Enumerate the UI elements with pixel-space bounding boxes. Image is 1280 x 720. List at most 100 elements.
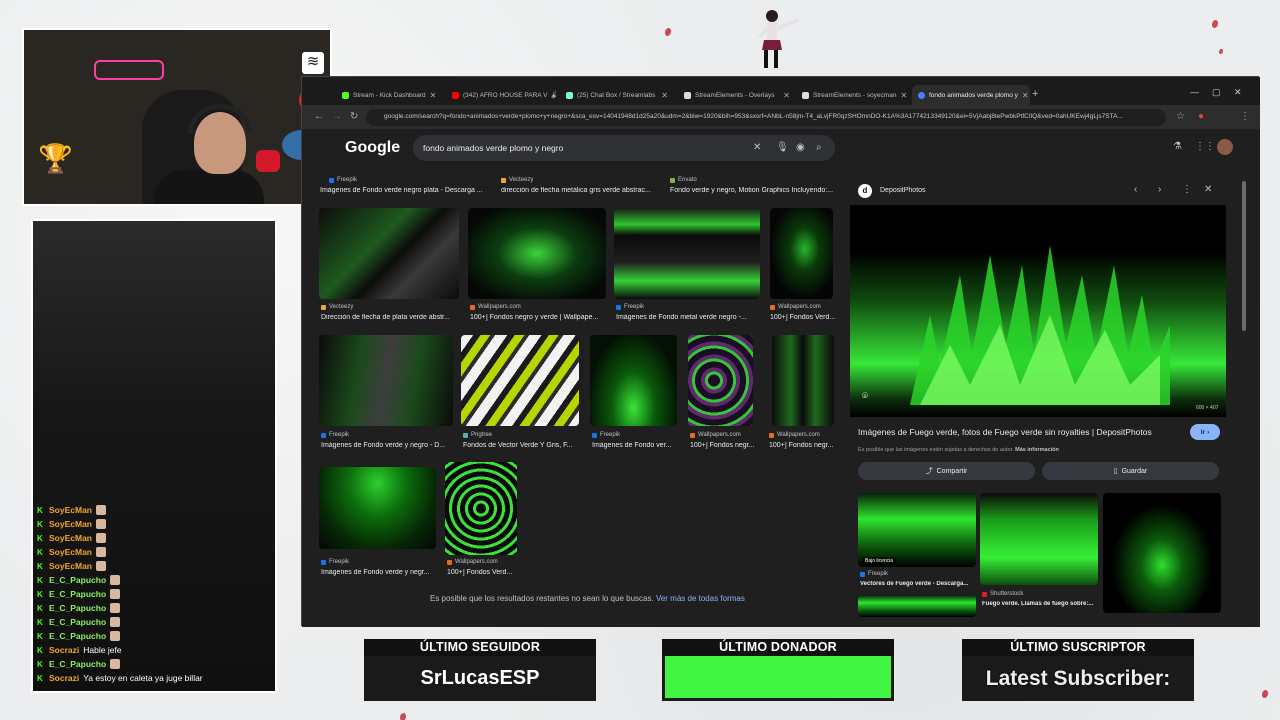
- result-title[interactable]: dirección de flecha metálica gris verde …: [501, 187, 659, 194]
- related-title[interactable]: Vectores de Fuego verde - Descarga...: [860, 581, 974, 587]
- see-more-link[interactable]: Ver más de todas formas: [656, 594, 745, 603]
- share-button[interactable]: ⤴ Compartir: [858, 462, 1035, 480]
- result-title[interactable]: Imágenes de Fondo verde y negr...: [321, 569, 437, 576]
- more-icon[interactable]: ⋮: [1182, 184, 1192, 195]
- scrollbar[interactable]: [1242, 181, 1246, 331]
- save-button[interactable]: ▯ Guardar: [1042, 462, 1219, 480]
- related-title[interactable]: Fuego verde. Llamas de fuego sobre:...: [982, 601, 1098, 607]
- close-icon[interactable]: ✕: [1022, 91, 1029, 100]
- maximize-button[interactable]: ▢: [1212, 87, 1221, 98]
- google-logo[interactable]: Google: [345, 139, 400, 157]
- result-title[interactable]: 100+] Fondos Verd...: [770, 314, 836, 321]
- related-image[interactable]: [980, 493, 1098, 585]
- prev-icon[interactable]: ‹: [1134, 184, 1137, 195]
- result-title[interactable]: 100+] Fondos negr...: [769, 442, 835, 449]
- result-title[interactable]: Imágenes de Fondo verde y negro - D...: [321, 442, 453, 449]
- tab-streamelements-overlays[interactable]: StreamElements - Overlays ✕: [678, 85, 796, 105]
- forward-icon[interactable]: →: [332, 111, 342, 122]
- streamer-body: [154, 170, 264, 204]
- next-icon[interactable]: ›: [1158, 184, 1161, 195]
- last-follower-widget: ÚLTIMO SEGUIDOR SrLucasESP: [364, 639, 596, 701]
- tab-google-search[interactable]: fondo animados verde plomo y ✕: [912, 85, 1030, 105]
- chat-username[interactable]: E_C_Papucho: [49, 575, 106, 585]
- tab-kick-dashboard[interactable]: Stream - Kick Dashboard ✕: [336, 85, 442, 105]
- result-title[interactable]: 100+] Fondos negro y verde | Wallpape...: [470, 314, 606, 321]
- close-icon[interactable]: ✕: [661, 91, 668, 100]
- result-title[interactable]: 100+] Fondos negr...: [690, 442, 756, 449]
- image-result[interactable]: [445, 462, 517, 555]
- close-icon[interactable]: ✕: [900, 91, 907, 100]
- chat-username[interactable]: E_C_Papucho: [49, 659, 106, 669]
- more-icon[interactable]: ⋮: [1240, 111, 1250, 122]
- mic-icon[interactable]: 🎙: [776, 142, 789, 153]
- apps-grid-icon[interactable]: ⋮⋮: [1195, 141, 1215, 152]
- tab-streamelements-soyecman[interactable]: StreamElements - soyecman ✕: [796, 85, 912, 105]
- chat-username[interactable]: SoyEcMan: [49, 547, 92, 557]
- search-icon[interactable]: ⌕: [816, 142, 822, 153]
- chat-username[interactable]: E_C_Papucho: [49, 631, 106, 641]
- labs-icon[interactable]: ⚗: [1173, 141, 1182, 152]
- related-image[interactable]: [858, 595, 976, 617]
- chat-username[interactable]: Socrazi: [49, 673, 79, 683]
- image-result[interactable]: [770, 208, 833, 299]
- tab-youtube[interactable]: (342) AFRO HOUSE PARA V🔊✕: [446, 85, 556, 105]
- chat-username[interactable]: E_C_Papucho: [49, 603, 106, 613]
- avatar[interactable]: [1217, 139, 1233, 155]
- close-icon[interactable]: ✕: [753, 142, 761, 153]
- close-icon[interactable]: ✕: [783, 91, 790, 100]
- tab-label: (342) AFRO HOUSE PARA V: [463, 91, 548, 99]
- chat-username[interactable]: E_C_Papucho: [49, 617, 106, 627]
- result-title[interactable]: Imágenes de Fondo ver...: [592, 442, 678, 449]
- image-result[interactable]: [590, 335, 677, 426]
- close-window-button[interactable]: ✕: [1234, 87, 1242, 98]
- lens-icon[interactable]: ◉: [796, 142, 805, 153]
- visit-button[interactable]: Ir ›: [1190, 424, 1220, 440]
- chat-username[interactable]: SoyEcMan: [49, 519, 92, 529]
- streamelements-icon: [684, 91, 691, 99]
- minimize-button[interactable]: —: [1190, 87, 1199, 97]
- search-input[interactable]: fondo animados verde plomo y negro: [413, 135, 835, 161]
- chat-message: K Socrazi Hable jefe: [37, 644, 122, 656]
- result-title[interactable]: Imágenes de Fondo verde negro plata - De…: [320, 187, 488, 194]
- chat-username[interactable]: SoyEcMan: [49, 505, 92, 515]
- star-icon[interactable]: ☆: [1176, 111, 1185, 122]
- result-source: Envato: [670, 177, 697, 183]
- result-title[interactable]: Fondo verde y negro, Motion Graphics Inc…: [670, 187, 838, 194]
- new-tab-button[interactable]: +: [1032, 88, 1038, 100]
- chat-message: K SoyEcMan: [37, 518, 106, 530]
- result-source: Wallpapers.com: [690, 432, 741, 438]
- tab-streamlabs[interactable]: (25) Chat Box / Streamlabs ✕: [560, 85, 674, 105]
- related-image[interactable]: [858, 493, 976, 567]
- close-icon[interactable]: ✕: [1204, 184, 1212, 195]
- profile-icon[interactable]: ●: [1198, 111, 1204, 122]
- image-result[interactable]: [319, 335, 453, 426]
- result-title[interactable]: Fondos de Vector Verde Y Gris, F...: [463, 442, 579, 449]
- preview-source[interactable]: DepositPhotos: [880, 187, 926, 194]
- result-title[interactable]: 100+] Fondos Verd...: [447, 569, 519, 576]
- chat-username[interactable]: Socrazi: [49, 645, 79, 655]
- url-field[interactable]: google.com/search?q=fondo+animados+verde…: [366, 109, 1166, 126]
- lens-icon[interactable]: ⌾: [862, 391, 868, 402]
- image-result[interactable]: [772, 335, 834, 426]
- chat-username[interactable]: E_C_Papucho: [49, 589, 106, 599]
- chevron-right-icon: ›: [1207, 428, 1210, 436]
- preview-image[interactable]: ⌾ 600 × 407: [850, 205, 1226, 417]
- image-result[interactable]: [614, 208, 760, 299]
- related-image[interactable]: [1103, 493, 1221, 613]
- back-icon[interactable]: ←: [314, 111, 324, 122]
- image-result[interactable]: [468, 208, 606, 299]
- chat-username[interactable]: SoyEcMan: [49, 533, 92, 543]
- preview-title[interactable]: Imágenes de Fuego verde, fotos de Fuego …: [858, 427, 1178, 437]
- tab-bar: Stream - Kick Dashboard ✕ (342) AFRO HOUS…: [302, 77, 1260, 105]
- more-info-link[interactable]: Más información: [1015, 447, 1059, 453]
- result-title[interactable]: Dirección de flecha de plata verde abstr…: [321, 314, 461, 321]
- image-result[interactable]: [461, 335, 579, 426]
- image-result[interactable]: [688, 335, 753, 426]
- result-title[interactable]: Imágenes de Fondo metal verde negro -...: [616, 314, 760, 321]
- image-result[interactable]: [319, 467, 436, 549]
- close-icon[interactable]: ✕: [430, 91, 437, 100]
- image-result[interactable]: [319, 208, 459, 299]
- chat-username[interactable]: SoyEcMan: [49, 561, 92, 571]
- result-source: Wallpapers.com: [769, 432, 820, 438]
- reload-icon[interactable]: ↻: [350, 111, 358, 122]
